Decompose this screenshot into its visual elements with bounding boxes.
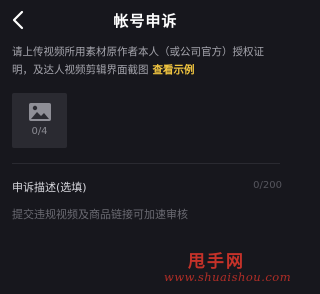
image-icon <box>29 103 51 121</box>
instruction-text: 请上传视频所用素材原作者本人（或公司官方）授权证明，及达人视频剪辑界面截图 <box>12 46 264 76</box>
char-counter: 0/200 <box>253 180 282 191</box>
navigation-bar: 帐号申诉 <box>0 0 291 40</box>
appeal-description-label: 申诉描述(选填) <box>12 181 87 194</box>
view-example-link[interactable]: 查看示例 <box>153 64 195 76</box>
page-title: 帐号申诉 <box>113 12 178 30</box>
image-upload-button[interactable]: 0/4 <box>12 93 67 148</box>
appeal-description-input[interactable] <box>12 207 280 287</box>
divider <box>12 163 280 164</box>
upload-count: 0/4 <box>31 126 48 137</box>
upload-instruction: 请上传视频所用素材原作者本人（或公司官方）授权证明，及达人视频剪辑界面截图 查看示… <box>12 43 280 79</box>
